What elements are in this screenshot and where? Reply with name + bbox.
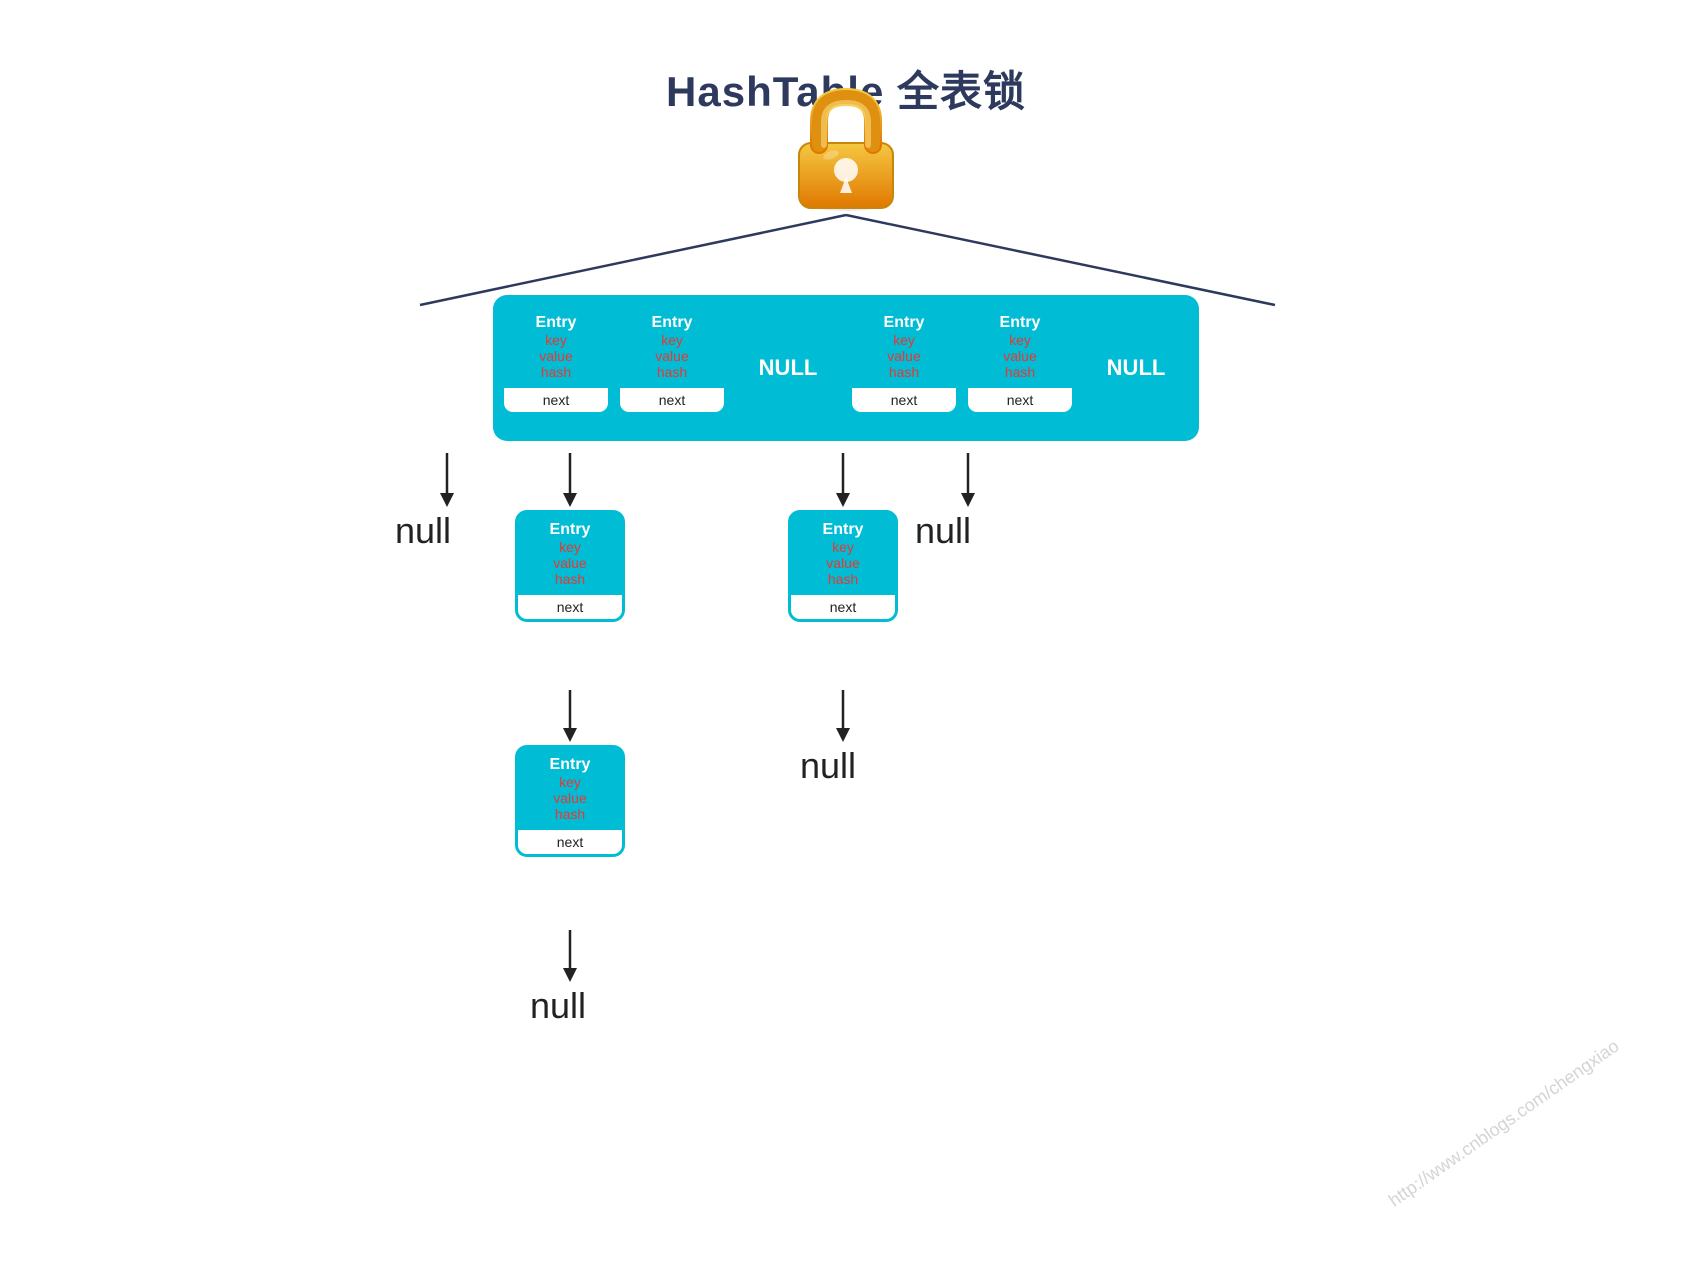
entry-box-4: Entry key value hash next xyxy=(965,303,1075,433)
entry-box-0: Entry key value hash next xyxy=(501,303,611,433)
null-label-0: null xyxy=(395,510,451,552)
null-box-1: NULL xyxy=(1081,303,1191,433)
top-row-container: Entry key value hash next Entry key valu… xyxy=(493,295,1199,441)
chain2-entry1: Entry key value hash next xyxy=(515,510,625,622)
entry-box-3: Entry key value hash next xyxy=(849,303,959,433)
chain3-entry: Entry key value hash next xyxy=(788,510,898,622)
null-label-chain2: null xyxy=(530,985,586,1027)
null-label-chain3: null xyxy=(800,745,856,787)
watermark: http://www.cnblogs.com/chengxiao xyxy=(1385,1036,1623,1212)
entry-box-1: Entry key value hash next xyxy=(617,303,727,433)
chain2-entry2: Entry key value hash next xyxy=(515,745,625,857)
null-label-entry4: null xyxy=(915,510,971,552)
null-box-0: NULL xyxy=(733,303,843,433)
lock-icon xyxy=(781,85,911,215)
